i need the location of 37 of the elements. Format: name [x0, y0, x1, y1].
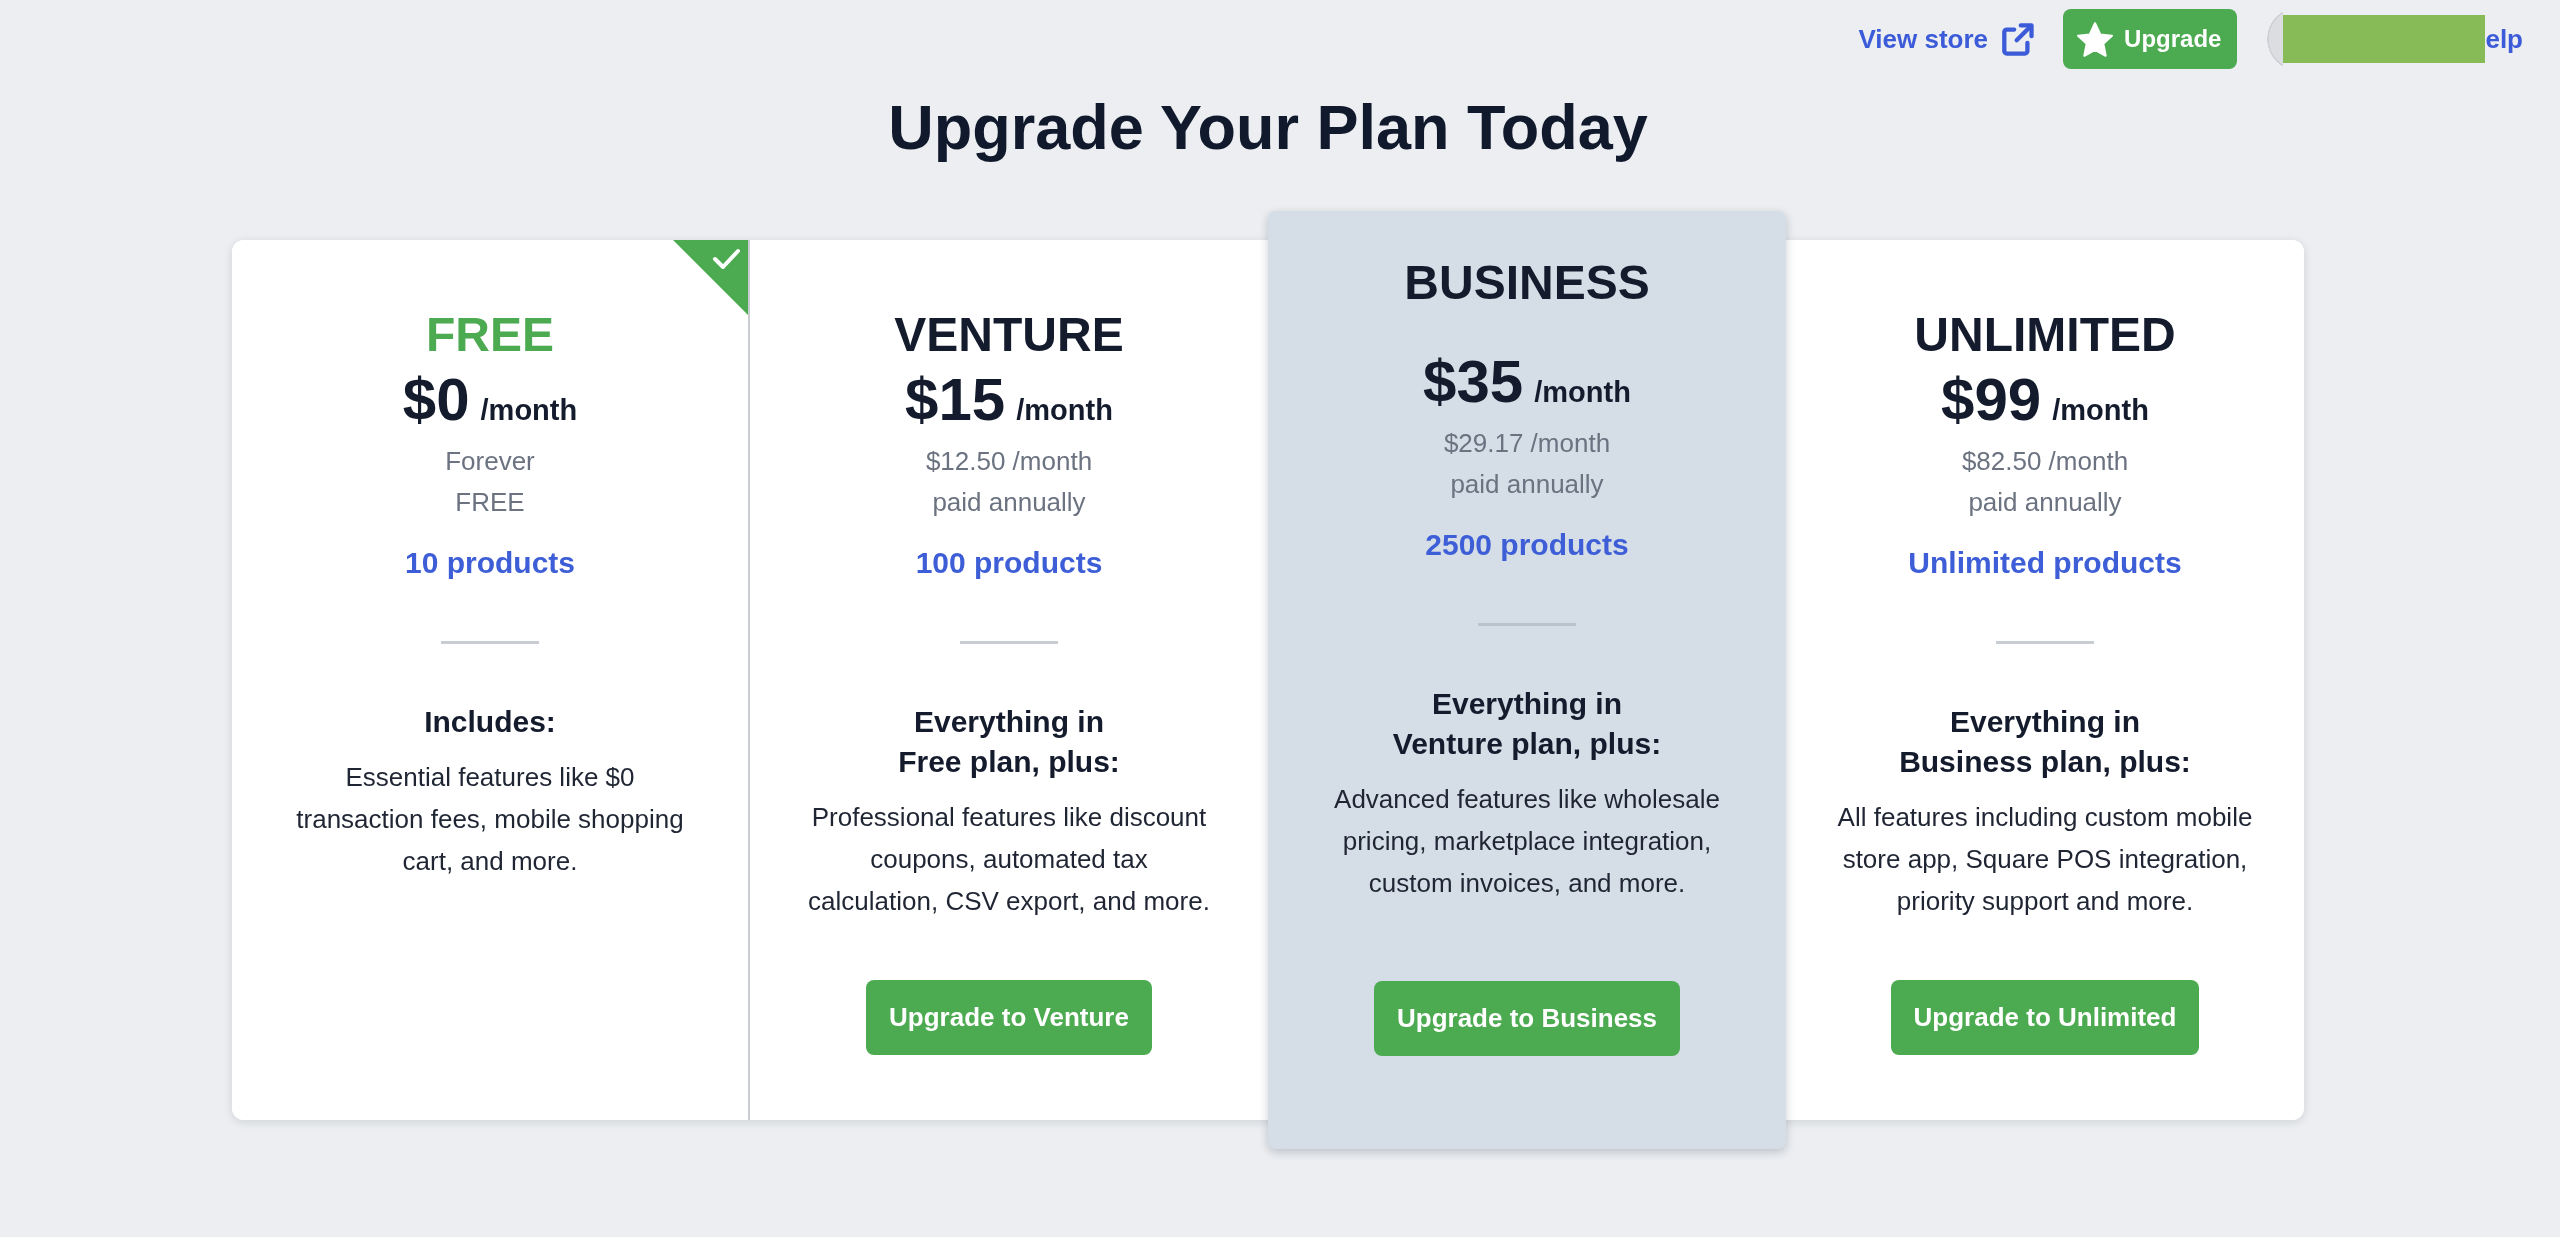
help-link[interactable]: elp: [2485, 23, 2523, 55]
billing-note: $29.17 /month paid annually: [1443, 427, 1611, 501]
features-description: All features including custom mobile store app, Square POS integration, priority support and more.: [1837, 801, 2253, 918]
price-period: /month: [1534, 376, 1631, 408]
plan-name: UNLIMITED: [1914, 307, 2176, 363]
product-limit: 100 products: [915, 545, 1103, 581]
plan-price: $15: [905, 366, 1006, 433]
price-period: /month: [480, 394, 578, 426]
plan-price: $0: [402, 366, 470, 433]
upgrade-plan-button[interactable]: Upgrade to Business: [1373, 981, 1681, 1056]
view-store-link[interactable]: View store: [1858, 22, 2035, 56]
product-limit: Unlimited products: [1908, 545, 2182, 581]
features-description: Advanced features like wholesale pricing, marketplace integration, custom invoices, and more.: [1334, 783, 1720, 900]
product-limit: 2500 products: [1425, 527, 1629, 563]
features-description: Professional features like discount coupons, automated tax calculation, CSV export, and more.: [808, 801, 1210, 918]
upgrade-plan-button[interactable]: Upgrade to Unlimited: [1890, 980, 2200, 1055]
upgrade-button[interactable]: Upgrade: [2063, 9, 2238, 69]
features-heading: Everything in Business plan, plus:: [1899, 704, 2191, 780]
star-icon: [2077, 21, 2114, 57]
plan-name: VENTURE: [894, 307, 1124, 363]
features-heading: Includes:: [424, 704, 556, 740]
features-heading: Everything in Free plan, plus:: [898, 704, 1120, 780]
billing-note: Forever FREE: [445, 445, 535, 519]
plan-name: FREE: [426, 307, 554, 363]
features-description: Essential features like $0 transaction fees, mobile shopping cart, and more.: [296, 761, 684, 878]
features-heading: Everything in Venture plan, plus:: [1392, 686, 1662, 762]
plan-name: BUSINESS: [1404, 255, 1650, 311]
billing-note: $82.50 /month paid annually: [1961, 445, 2129, 519]
upgrade-plan-button[interactable]: Upgrade to Venture: [866, 980, 1152, 1055]
product-limit: 10 products: [404, 545, 575, 581]
price-period: /month: [2052, 394, 2149, 426]
plan-price: $99: [1941, 366, 2042, 433]
page-title: Upgrade Your Plan Today: [888, 91, 1648, 163]
billing-note: $12.50 /month paid annually: [925, 445, 1093, 519]
price-period: /month: [1016, 394, 1113, 426]
external-link-icon: [2001, 22, 2035, 56]
plan-price: $35: [1423, 348, 1524, 415]
